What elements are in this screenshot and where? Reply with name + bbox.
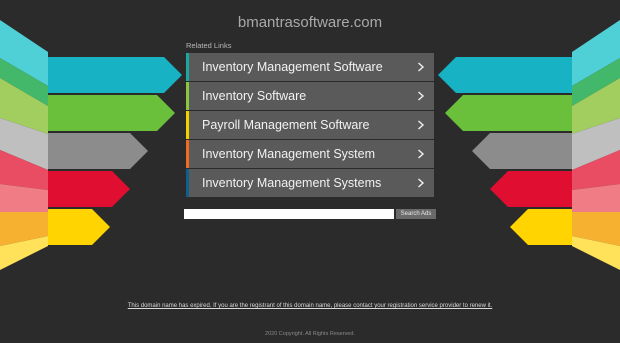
chevron-right-icon [418,91,425,101]
chevron-right-icon [418,120,425,130]
related-link[interactable]: Inventory Software [186,82,434,110]
right-arrow-yellow [510,209,572,245]
link-accent-bar [186,53,189,81]
related-link-label: Inventory Software [202,89,307,103]
related-link[interactable]: Inventory Management Systems [186,169,434,197]
left-arrow-cyan [48,57,182,93]
left-arrows [0,20,182,270]
search-ads-button[interactable]: Search Ads [396,209,436,219]
related-link[interactable]: Payroll Management Software [186,111,434,139]
related-link-label: Payroll Management Software [202,118,370,132]
search-input[interactable] [184,209,394,219]
related-link[interactable]: Inventory Management System [186,140,434,168]
search-bar: Search Ads [184,209,436,219]
right-arrows [438,20,620,270]
left-arrow-green [48,95,175,131]
chevron-right-icon [418,62,425,72]
related-link[interactable]: Inventory Management Software [186,53,434,81]
related-link-label: Inventory Management Systems [202,176,382,190]
link-accent-bar [186,82,189,110]
right-arrow-gray [472,133,572,169]
left-arrow-gray [48,133,148,169]
related-links-heading: Related Links [186,41,232,50]
left-arrow-yellow [48,209,110,245]
chevron-right-icon [418,149,425,159]
copyright-text: 2020 Copyright. All Rights Reserved. [265,331,355,337]
link-accent-bar [186,140,189,168]
related-link-label: Inventory Management System [202,147,375,161]
related-link-label: Inventory Management Software [202,60,383,74]
left-arrow-red [48,171,130,207]
right-arrow-cyan [438,57,572,93]
related-links-list: Inventory Management Software Inventory … [186,53,434,198]
right-arrow-green [445,95,572,131]
link-accent-bar [186,111,189,139]
chevron-right-icon [418,178,425,188]
domain-expired-notice-link[interactable]: This domain name has expired. If you are… [0,303,620,309]
right-arrow-red [490,171,572,207]
link-accent-bar [186,169,189,197]
domain-title: bmantrasoftware.com [237,14,383,31]
